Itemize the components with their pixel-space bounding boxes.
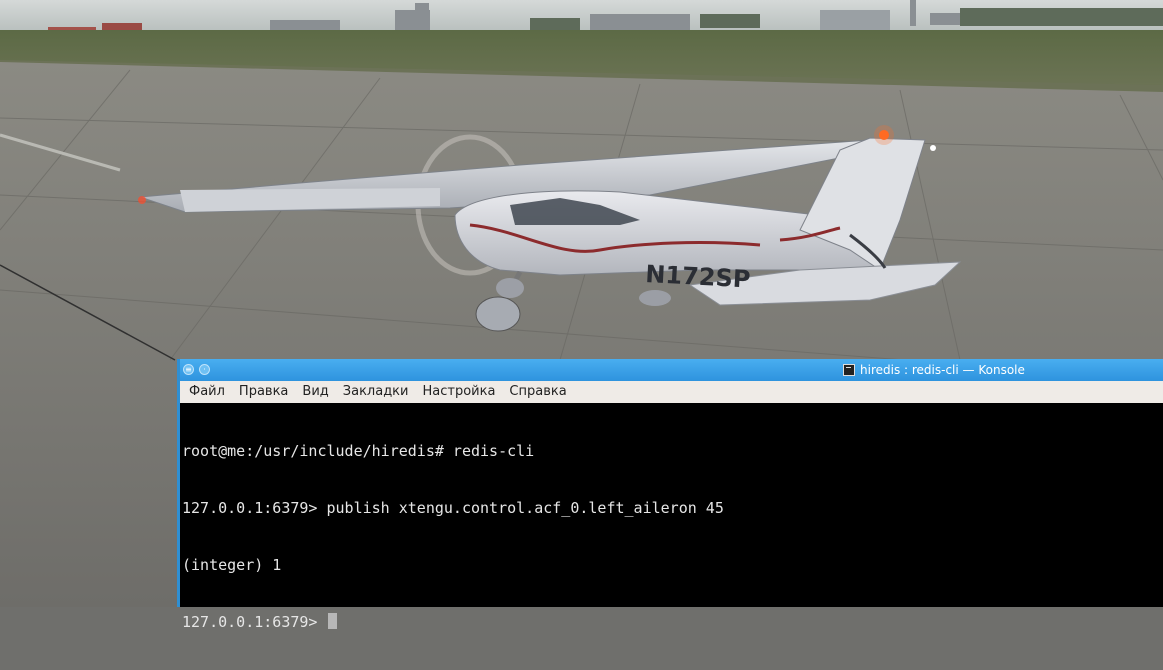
terminal-line: (integer) 1: [182, 556, 282, 574]
terminal-prompt-line[interactable]: 127.0.0.1:6379>: [182, 613, 1163, 632]
aircraft-registration: N172SP: [645, 260, 751, 293]
window-title: hiredis : redis-cli — Konsole: [860, 363, 1025, 377]
window-title-area: hiredis : redis-cli — Konsole: [843, 359, 1025, 381]
konsole-window[interactable]: ≡ · hiredis : redis-cli — Konsole Файл П…: [177, 359, 1163, 631]
menu-edit[interactable]: Правка: [232, 381, 295, 403]
menubar: Файл Правка Вид Закладки Настройка Справ…: [180, 381, 1163, 404]
menu-bookmarks[interactable]: Закладки: [336, 381, 416, 403]
window-menu-icon[interactable]: ≡: [183, 364, 194, 375]
terminal-line: root@me:/usr/include/hiredis# redis-cli: [182, 442, 535, 460]
menu-settings[interactable]: Настройка: [415, 381, 502, 403]
text-cursor: [327, 613, 337, 629]
keep-above-icon[interactable]: ·: [199, 364, 210, 375]
menu-file[interactable]: Файл: [180, 381, 232, 403]
terminal-line: 127.0.0.1:6379> publish xtengu.control.a…: [182, 499, 724, 517]
terminal-prompt: 127.0.0.1:6379>: [182, 613, 327, 631]
menu-help[interactable]: Справка: [502, 381, 573, 403]
terminal-icon: [843, 364, 855, 376]
terminal-output[interactable]: root@me:/usr/include/hiredis# redis-cli …: [180, 403, 1163, 631]
window-titlebar[interactable]: ≡ · hiredis : redis-cli — Konsole: [180, 359, 1163, 381]
menu-view[interactable]: Вид: [295, 381, 335, 403]
